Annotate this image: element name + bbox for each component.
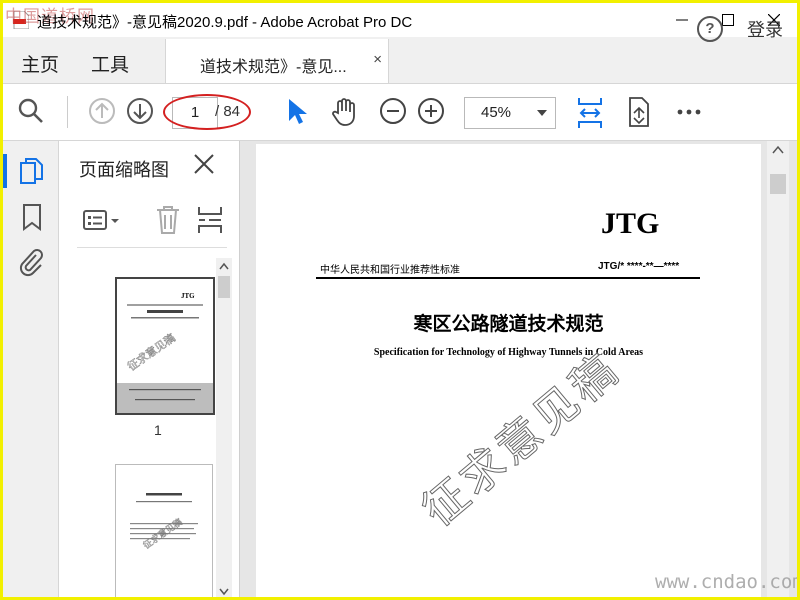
page-thumbnails-icon[interactable] [19, 157, 45, 185]
active-indicator [3, 154, 7, 188]
thumbnail-page-2[interactable]: 征求意见稿 [115, 464, 213, 597]
document-view: JTG 中华人民共和国行业推荐性标准 JTG/* ****-**—**** 寒区… [240, 141, 797, 597]
zoom-level-value: 45% [481, 104, 512, 121]
svg-text:JTG: JTG [181, 292, 195, 300]
select-cursor-icon[interactable] [286, 97, 308, 127]
zoom-out-icon[interactable] [379, 97, 407, 125]
bookmark-icon[interactable] [21, 203, 43, 231]
header-rule [316, 277, 700, 279]
help-button[interactable]: ? [697, 16, 723, 42]
fit-width-icon[interactable] [576, 97, 604, 129]
panel-divider [77, 247, 227, 248]
document-tab-label: 道技术规范》-意见... [200, 59, 347, 76]
standard-category: 中华人民共和国行业推荐性标准 [320, 265, 460, 276]
close-panel-icon[interactable] [193, 153, 215, 175]
previous-page-icon[interactable] [88, 97, 116, 125]
search-icon[interactable] [17, 97, 45, 125]
scroll-up-icon[interactable] [772, 145, 784, 155]
home-menu[interactable]: 主页 [21, 50, 59, 77]
thumbnails-scrollbar[interactable] [216, 258, 232, 597]
document-subtitle: Specification for Technology of Highway … [373, 347, 644, 358]
extract-pages-icon[interactable] [197, 205, 223, 235]
navigation-rail [3, 141, 59, 597]
hand-tool-icon[interactable] [329, 97, 359, 127]
zoom-in-icon[interactable] [417, 97, 445, 125]
zoom-level-select[interactable]: 45% [464, 97, 556, 129]
thumbnail-page-1[interactable]: JTG 征求意见稿 [115, 277, 215, 415]
red-highlight-annotation [163, 94, 251, 130]
thumbnails-scroll-thumb[interactable] [218, 276, 230, 298]
document-scroll-thumb[interactable] [770, 174, 786, 194]
attachment-icon[interactable] [18, 247, 44, 277]
menu-bar: 主页 工具 [3, 37, 797, 84]
window-title: 道技术规范》-意见稿2020.9.pdf - Adobe Acrobat Pro… [37, 14, 413, 31]
thumbnail-page-2-preview: 征求意见稿 [130, 493, 198, 552]
maximize-icon [722, 14, 734, 26]
delete-page-icon[interactable] [154, 205, 182, 235]
thumbnail-page-1-preview: JTG 征求意见稿 [117, 292, 213, 413]
site-watermark: www.cndao.com [655, 571, 797, 593]
svg-text:征求意见稿: 征求意见稿 [125, 330, 178, 373]
scroll-down-icon[interactable] [219, 588, 229, 596]
document-tab[interactable]: 道技术规范》-意见... × [165, 39, 389, 83]
next-page-icon[interactable] [126, 97, 154, 125]
draft-stamp: 征求意见稿 [413, 343, 631, 537]
standard-code: JTG/* ****-**—**** [598, 261, 680, 272]
thumbnails-panel: 页面缩略图 JTG 征求意见稿 1 征求意见稿 [59, 141, 240, 597]
acrobat-window: 中国道桥网 道技术规范》-意见稿2020.9.pdf - Adobe Acrob… [3, 3, 797, 597]
thumbnail-options-icon[interactable] [83, 208, 123, 234]
rotate-view-icon[interactable] [625, 97, 653, 127]
scroll-up-icon[interactable] [219, 262, 229, 270]
pdf-page: JTG 中华人民共和国行业推荐性标准 JTG/* ****-**—**** 寒区… [256, 144, 761, 597]
title-bar: 中国道桥网 道技术规范》-意见稿2020.9.pdf - Adobe Acrob… [3, 3, 797, 37]
toolbar-divider [67, 96, 68, 128]
document-scrollbar[interactable] [767, 141, 789, 597]
document-title: 寒区公路隧道技术规范 [413, 313, 604, 335]
document-tab-close-button[interactable]: × [373, 51, 382, 68]
minimize-icon [676, 19, 688, 21]
thumbnail-page-number: 1 [154, 422, 162, 438]
tools-menu[interactable]: 工具 [91, 50, 129, 77]
jtg-mark: JTG [601, 207, 660, 240]
toolbar: 1 / 84 45% [3, 84, 797, 141]
login-button[interactable]: 登录 [747, 16, 783, 42]
chevron-down-icon [537, 110, 547, 116]
panel-title: 页面缩略图 [79, 160, 169, 180]
more-tools-icon[interactable] [675, 97, 703, 125]
